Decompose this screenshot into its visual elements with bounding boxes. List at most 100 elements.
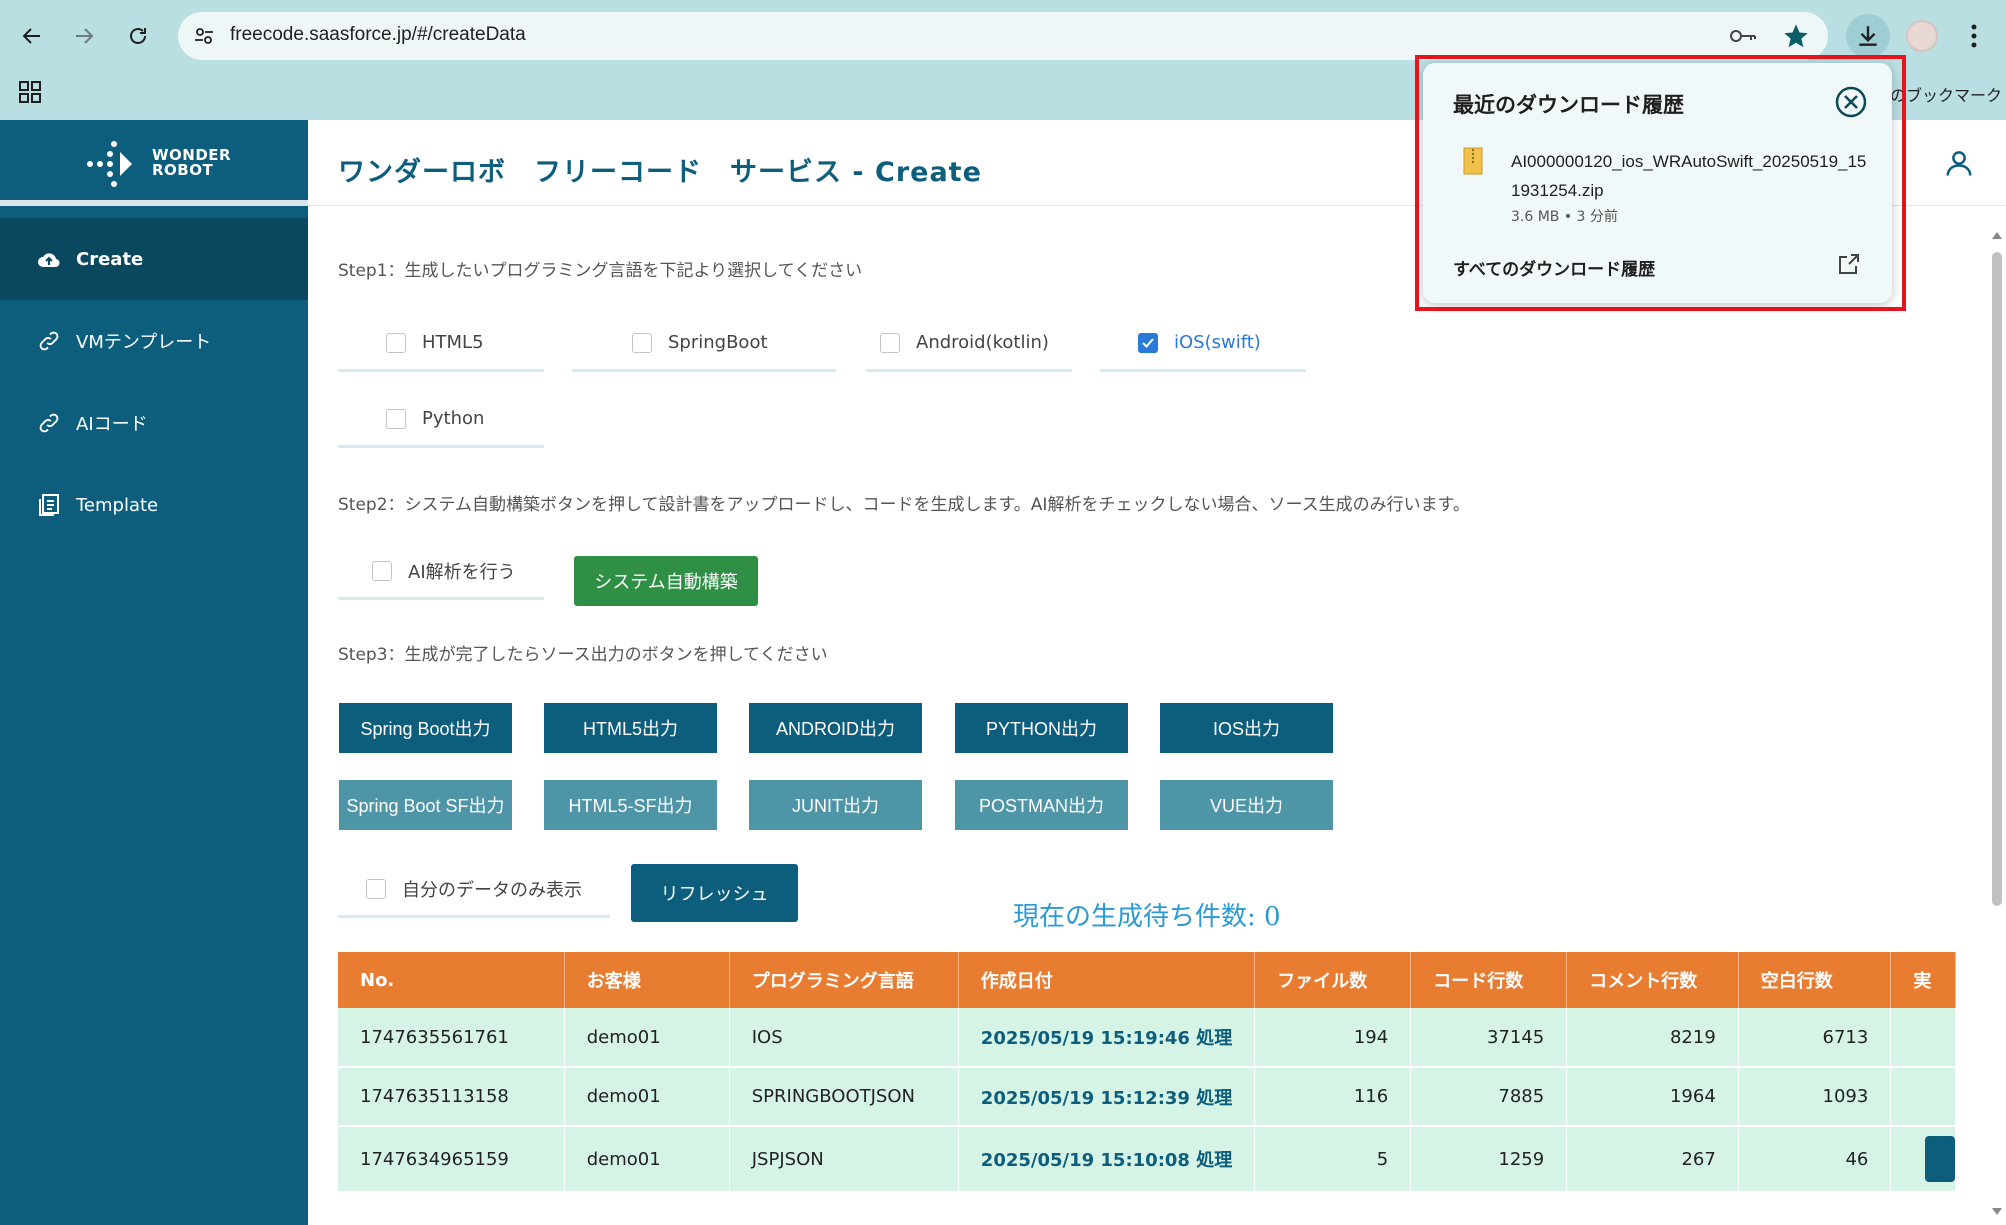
browser-menu-icon[interactable] xyxy=(1962,18,1986,54)
lang-option-ios[interactable]: iOS(swift) xyxy=(1100,316,1306,372)
check-icon xyxy=(1142,337,1154,348)
cell-language: SPRINGBOOTJSON xyxy=(729,1067,959,1127)
forward-button[interactable] xyxy=(66,18,102,54)
cell-action xyxy=(1890,1008,1956,1068)
table-row[interactable]: 1747635561761 demo01 IOS 2025/05/19 15:1… xyxy=(338,1008,1956,1068)
ai-analysis-option[interactable]: AI解析を行う xyxy=(338,544,544,600)
column-header[interactable]: 実 xyxy=(1890,952,1956,1008)
auto-build-button[interactable]: システム自動構築 xyxy=(574,556,758,606)
junit-output-button[interactable]: JUNIT出力 xyxy=(749,780,922,830)
all-bookmarks-label[interactable]: のブックマーク xyxy=(1890,82,2002,106)
android-output-button[interactable]: ANDROID出力 xyxy=(749,703,922,753)
checkbox-label: Android(kotlin) xyxy=(916,332,1049,353)
scroll-thumb[interactable] xyxy=(1992,252,2002,906)
table-row[interactable]: 1747634965159 demo01 JSPJSON 2025/05/19 … xyxy=(338,1126,1956,1193)
step2-instruction: Step2：システム自動構築ボタンを押して設計書をアップロードし、コードを生成し… xyxy=(338,495,1470,515)
postman-output-button[interactable]: POSTMAN出力 xyxy=(955,780,1128,830)
python-output-button[interactable]: PYTHON出力 xyxy=(955,703,1128,753)
sidebar-item-create[interactable]: Create xyxy=(0,218,308,300)
reload-button[interactable] xyxy=(120,18,156,54)
cell-action xyxy=(1890,1067,1956,1127)
sidebar-item-ai-code[interactable]: AIコード xyxy=(0,382,308,464)
cell-blank-lines: 46 xyxy=(1738,1126,1892,1193)
checkbox-label: SpringBoot xyxy=(668,332,768,353)
sidebar-item-vm-template[interactable]: VMテンプレート xyxy=(0,300,308,382)
apps-grid-icon[interactable] xyxy=(18,80,42,104)
checkbox-label: Python xyxy=(422,408,485,429)
column-header[interactable]: 空白行数 xyxy=(1738,952,1892,1008)
lang-option-android[interactable]: Android(kotlin) xyxy=(866,316,1072,372)
site-settings-icon[interactable] xyxy=(192,24,216,48)
checkbox[interactable] xyxy=(386,408,406,429)
own-data-only-option[interactable]: 自分のデータのみ表示 xyxy=(338,862,610,918)
html5-output-button[interactable]: HTML5出力 xyxy=(544,703,717,753)
link-icon xyxy=(36,410,62,436)
spring-boot-sf-output-button[interactable]: Spring Boot SF出力 xyxy=(339,780,512,830)
cell-created-date[interactable]: 2025/05/19 15:12:39 処理 xyxy=(958,1067,1256,1127)
cell-file-count: 194 xyxy=(1254,1008,1412,1068)
checkbox[interactable] xyxy=(632,332,652,353)
cell-customer: demo01 xyxy=(564,1067,730,1127)
cell-action xyxy=(1890,1126,1956,1193)
sidebar-item-label: AIコード xyxy=(76,414,148,435)
column-header[interactable]: ファイル数 xyxy=(1254,952,1412,1008)
password-key-icon[interactable] xyxy=(1728,24,1758,48)
checkbox[interactable] xyxy=(366,878,386,899)
address-bar[interactable]: freecode.saasforce.jp/#/createData xyxy=(178,12,1828,60)
column-header[interactable]: No. xyxy=(338,952,565,1008)
profile-avatar[interactable] xyxy=(1906,20,1938,52)
cloud-upload-icon xyxy=(36,246,62,272)
cell-blank-lines: 1093 xyxy=(1738,1067,1892,1127)
back-button[interactable] xyxy=(14,18,50,54)
checkbox[interactable] xyxy=(372,560,392,581)
column-header[interactable]: プログラミング言語 xyxy=(729,952,959,1008)
data-table: No. お客様 プログラミング言語 作成日付 ファイル数 コード行数 コメント行… xyxy=(338,952,1956,1193)
column-header[interactable]: コメント行数 xyxy=(1566,952,1739,1008)
table-header-row: No. お客様 プログラミング言語 作成日付 ファイル数 コード行数 コメント行… xyxy=(338,952,1956,1008)
row-action-button[interactable] xyxy=(1925,1136,1955,1182)
sidebar-item-label: VMテンプレート xyxy=(76,332,212,353)
cell-language: JSPJSON xyxy=(729,1126,959,1193)
lang-option-python[interactable]: Python xyxy=(338,392,544,448)
downloads-button[interactable] xyxy=(1846,14,1890,58)
logo[interactable]: WONDER ROBOT xyxy=(0,120,308,206)
sidebar: WONDER ROBOT Create VMテンプレート AIコード Templa… xyxy=(0,120,308,1225)
cell-no: 1747635561761 xyxy=(338,1008,565,1068)
cell-created-date[interactable]: 2025/05/19 15:10:08 処理 xyxy=(958,1126,1256,1193)
spring-boot-output-button[interactable]: Spring Boot出力 xyxy=(339,703,512,753)
page-scrollbar[interactable] xyxy=(1988,228,2006,1225)
step1-instruction: Step1：生成したいプログラミング言語を下記より選択してください xyxy=(338,261,863,281)
vue-output-button[interactable]: VUE出力 xyxy=(1160,780,1333,830)
ios-output-button[interactable]: IOS出力 xyxy=(1160,703,1333,753)
checkbox-checked[interactable] xyxy=(1138,332,1158,353)
column-header[interactable]: 作成日付 xyxy=(958,952,1256,1008)
link-icon xyxy=(36,328,62,354)
checkbox-label: HTML5 xyxy=(422,332,484,353)
page-title: ワンダーロボ フリーコード サービス - Create xyxy=(338,157,982,188)
bookmark-star-icon[interactable] xyxy=(1782,22,1810,50)
cell-no: 1747634965159 xyxy=(338,1126,565,1193)
checkbox[interactable] xyxy=(386,332,406,353)
refresh-button[interactable]: リフレッシュ xyxy=(631,864,798,922)
scroll-up-icon[interactable] xyxy=(1992,232,2002,239)
cell-customer: demo01 xyxy=(564,1126,730,1193)
lang-option-springboot[interactable]: SpringBoot xyxy=(572,316,836,372)
cell-created-date[interactable]: 2025/05/19 15:19:46 処理 xyxy=(958,1008,1256,1068)
step3-instruction: Step3：生成が完了したらソース出力のボタンを押してください xyxy=(338,645,828,665)
user-icon[interactable] xyxy=(1944,148,1974,178)
column-header[interactable]: コード行数 xyxy=(1410,952,1568,1008)
logo-text: WONDER ROBOT xyxy=(152,146,232,179)
html5-sf-output-button[interactable]: HTML5-SF出力 xyxy=(544,780,717,830)
forward-arrow-icon xyxy=(76,28,94,44)
column-header[interactable]: お客様 xyxy=(564,952,730,1008)
pending-count-text: 現在の生成待ち件数: 0 xyxy=(1013,902,1281,932)
url-text[interactable]: freecode.saasforce.jp/#/createData xyxy=(230,24,526,46)
checkbox[interactable] xyxy=(880,332,900,353)
main-content: Step1：生成したいプログラミング言語を下記より選択してください HTML5 … xyxy=(308,206,1988,1225)
table-row[interactable]: 1747635113158 demo01 SPRINGBOOTJSON 2025… xyxy=(338,1067,1956,1127)
back-arrow-icon xyxy=(22,28,40,44)
sidebar-item-template[interactable]: Template xyxy=(0,464,308,546)
scroll-down-icon[interactable] xyxy=(1992,1208,2002,1215)
cell-comment-lines: 1964 xyxy=(1566,1067,1739,1127)
lang-option-html5[interactable]: HTML5 xyxy=(338,316,544,372)
